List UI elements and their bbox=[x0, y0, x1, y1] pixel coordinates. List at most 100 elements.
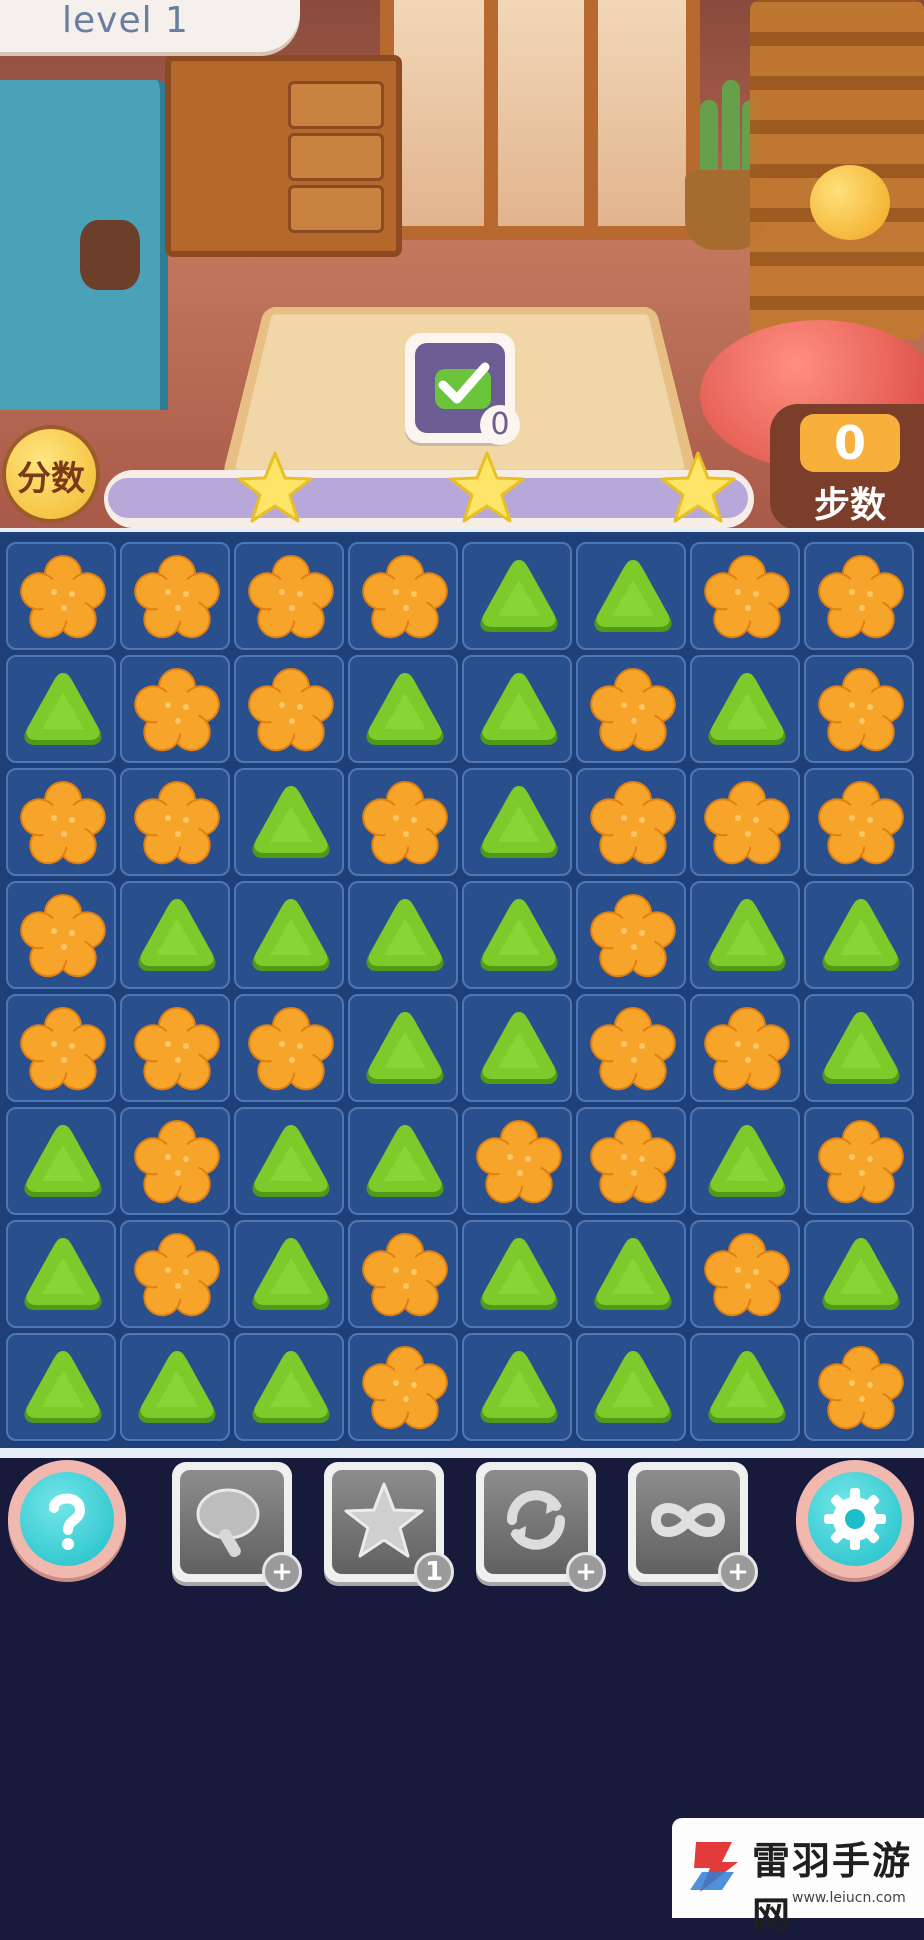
board-cell[interactable] bbox=[576, 655, 686, 763]
board-cell[interactable] bbox=[120, 768, 230, 876]
flower-gem-icon bbox=[818, 1346, 904, 1430]
gear-icon bbox=[824, 1488, 886, 1550]
board-cell[interactable] bbox=[120, 655, 230, 763]
board-cell[interactable] bbox=[348, 1220, 458, 1328]
board-cell[interactable] bbox=[804, 1107, 914, 1215]
flower-gem-icon bbox=[134, 781, 220, 865]
board-cell[interactable] bbox=[576, 1220, 686, 1328]
board-cell[interactable] bbox=[804, 768, 914, 876]
booster-hammer[interactable]: + bbox=[172, 1462, 302, 1592]
flower-gem-icon bbox=[362, 1233, 448, 1317]
booster-count: 1 bbox=[414, 1552, 454, 1592]
board-cell[interactable] bbox=[234, 1333, 344, 1441]
flower-gem-icon bbox=[362, 555, 448, 639]
infinity-icon bbox=[650, 1503, 726, 1537]
board-cell[interactable] bbox=[690, 768, 800, 876]
triangle-gem-icon bbox=[366, 1125, 444, 1197]
board-cell[interactable] bbox=[690, 881, 800, 989]
board-cell[interactable] bbox=[6, 1107, 116, 1215]
level-badge: level 1 bbox=[0, 0, 300, 52]
board-cell[interactable] bbox=[234, 1107, 344, 1215]
board-cell[interactable] bbox=[234, 542, 344, 650]
window bbox=[380, 0, 700, 240]
board-cell[interactable] bbox=[234, 994, 344, 1102]
board-cell[interactable] bbox=[462, 768, 572, 876]
triangle-gem-icon bbox=[822, 899, 900, 971]
flower-gem-icon bbox=[818, 668, 904, 752]
board-cell[interactable] bbox=[462, 881, 572, 989]
board-cell[interactable] bbox=[6, 994, 116, 1102]
board-cell[interactable] bbox=[576, 1333, 686, 1441]
board-cell[interactable] bbox=[348, 655, 458, 763]
flower-gem-icon bbox=[20, 555, 106, 639]
board-cell[interactable] bbox=[6, 768, 116, 876]
booster-star[interactable]: 1 bbox=[324, 1462, 454, 1592]
board-cell[interactable] bbox=[462, 994, 572, 1102]
board-cell[interactable] bbox=[462, 1220, 572, 1328]
board-cell[interactable] bbox=[6, 881, 116, 989]
check-icon bbox=[435, 362, 491, 409]
board-cell[interactable] bbox=[690, 1220, 800, 1328]
board-cell[interactable] bbox=[234, 1220, 344, 1328]
board-cell[interactable] bbox=[804, 1333, 914, 1441]
board-bottom-edge bbox=[0, 1448, 924, 1458]
board-cell[interactable] bbox=[348, 881, 458, 989]
shuffle-icon bbox=[507, 1490, 565, 1550]
board-cell[interactable] bbox=[120, 1333, 230, 1441]
board-cell[interactable] bbox=[6, 542, 116, 650]
board-cell[interactable] bbox=[120, 542, 230, 650]
booster-infinity[interactable]: + bbox=[628, 1462, 758, 1592]
triangle-gem-icon bbox=[594, 560, 672, 632]
board-cell[interactable] bbox=[234, 768, 344, 876]
board-cell[interactable] bbox=[576, 542, 686, 650]
triangle-gem-icon bbox=[708, 673, 786, 745]
board-cell[interactable] bbox=[804, 655, 914, 763]
help-button[interactable] bbox=[8, 1460, 126, 1578]
board-cell[interactable] bbox=[6, 655, 116, 763]
board-cell[interactable] bbox=[690, 542, 800, 650]
board-cell[interactable] bbox=[120, 1107, 230, 1215]
triangle-gem-icon bbox=[252, 899, 330, 971]
flower-gem-icon bbox=[590, 1007, 676, 1091]
board-cell[interactable] bbox=[348, 994, 458, 1102]
board-cell[interactable] bbox=[348, 768, 458, 876]
board-cell[interactable] bbox=[576, 994, 686, 1102]
board-cell[interactable] bbox=[804, 881, 914, 989]
triangle-gem-icon bbox=[24, 1125, 102, 1197]
flower-gem-icon bbox=[362, 1346, 448, 1430]
board-cell[interactable] bbox=[804, 994, 914, 1102]
desk bbox=[165, 55, 402, 257]
board-cell[interactable] bbox=[120, 994, 230, 1102]
board-cell[interactable] bbox=[348, 1333, 458, 1441]
board-cell[interactable] bbox=[462, 655, 572, 763]
board-cell[interactable] bbox=[462, 1107, 572, 1215]
settings-button[interactable] bbox=[796, 1460, 914, 1578]
board-cell[interactable] bbox=[6, 1333, 116, 1441]
board-cell[interactable] bbox=[576, 768, 686, 876]
board-cell[interactable] bbox=[690, 994, 800, 1102]
board-cell[interactable] bbox=[576, 1107, 686, 1215]
flower-gem-icon bbox=[704, 555, 790, 639]
board-cell[interactable] bbox=[462, 1333, 572, 1441]
board-cell[interactable] bbox=[120, 881, 230, 989]
hammer-icon bbox=[196, 1488, 260, 1558]
board-cell[interactable] bbox=[234, 881, 344, 989]
board-cell[interactable] bbox=[348, 1107, 458, 1215]
star-icon bbox=[449, 451, 525, 523]
board-cell[interactable] bbox=[690, 1107, 800, 1215]
triangle-gem-icon bbox=[480, 1238, 558, 1310]
triangle-gem-icon bbox=[24, 1238, 102, 1310]
booster-shuffle[interactable]: + bbox=[476, 1462, 606, 1592]
board-cell[interactable] bbox=[690, 655, 800, 763]
board-cell[interactable] bbox=[804, 542, 914, 650]
board-cell[interactable] bbox=[576, 881, 686, 989]
star-icon bbox=[660, 451, 736, 523]
board-cell[interactable] bbox=[462, 542, 572, 650]
board-cell[interactable] bbox=[690, 1333, 800, 1441]
score-label: 分数 bbox=[17, 459, 85, 499]
board-cell[interactable] bbox=[234, 655, 344, 763]
board-cell[interactable] bbox=[6, 1220, 116, 1328]
board-cell[interactable] bbox=[120, 1220, 230, 1328]
board-cell[interactable] bbox=[348, 542, 458, 650]
board-cell[interactable] bbox=[804, 1220, 914, 1328]
